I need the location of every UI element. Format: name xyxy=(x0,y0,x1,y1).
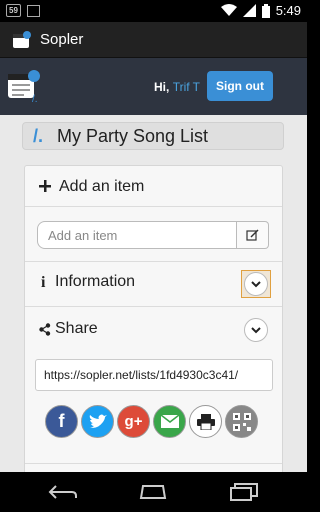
page-title: My Party Song List xyxy=(57,126,209,146)
app-title: Sopler xyxy=(40,31,84,48)
edit-icon xyxy=(246,229,259,241)
share-url-field[interactable]: https://sopler.net/lists/1fd4930c3c41/ xyxy=(35,359,273,391)
system-nav-bar xyxy=(0,472,307,512)
clock: 5:49 xyxy=(275,3,301,18)
home-icon[interactable] xyxy=(138,482,168,502)
divider xyxy=(25,261,282,262)
image-notification-icon xyxy=(27,4,40,17)
share-icon xyxy=(39,323,51,336)
list-slash-icon: /. xyxy=(33,126,44,146)
sopler-logo[interactable]: /. xyxy=(6,68,44,104)
signal-icon xyxy=(242,4,256,17)
email-icon[interactable] xyxy=(153,405,186,438)
twitter-icon[interactable] xyxy=(81,405,114,438)
svg-text:/.: /. xyxy=(32,94,38,104)
recent-apps-icon[interactable] xyxy=(229,482,259,502)
greeting: Hi, Trif T xyxy=(154,80,200,94)
app-bar: Sopler xyxy=(0,22,307,58)
add-item-button[interactable] xyxy=(237,221,269,249)
print-icon[interactable] xyxy=(189,405,222,438)
divider xyxy=(25,306,282,307)
list-panel: Add an item i Information Share xyxy=(24,165,283,472)
page-content: /. My Party Song List Add an item i Info… xyxy=(0,115,307,472)
chevron-down-icon xyxy=(251,327,261,334)
wifi-icon xyxy=(220,4,237,16)
qr-code-icon[interactable] xyxy=(225,405,258,438)
share-toggle-button[interactable] xyxy=(244,318,268,342)
status-bar: 59 5:49 xyxy=(0,0,307,22)
add-item-heading: Add an item xyxy=(59,178,145,195)
share-buttons: f g+ xyxy=(45,405,258,438)
greeting-label: Hi, xyxy=(154,80,170,94)
facebook-icon[interactable]: f xyxy=(45,405,78,438)
back-icon[interactable] xyxy=(48,482,78,502)
battery-icon xyxy=(261,3,270,18)
divider xyxy=(25,463,282,464)
plus-icon xyxy=(39,180,51,192)
divider xyxy=(25,206,282,207)
list-title-box: /. My Party Song List xyxy=(22,122,284,150)
notification-badge: 59 xyxy=(6,4,21,17)
google-plus-icon[interactable]: g+ xyxy=(117,405,150,438)
site-header: /. Hi, Trif T Sign out xyxy=(0,58,307,115)
chevron-down-icon xyxy=(251,281,261,288)
app-icon xyxy=(13,31,31,48)
share-heading: Share xyxy=(55,320,98,337)
information-toggle-button[interactable] xyxy=(244,272,268,296)
information-heading: Information xyxy=(55,273,136,290)
sign-out-button[interactable]: Sign out xyxy=(207,71,273,101)
user-name-link[interactable]: Trif T xyxy=(173,80,200,94)
add-item-input[interactable] xyxy=(37,221,237,249)
info-icon: i xyxy=(41,274,46,291)
